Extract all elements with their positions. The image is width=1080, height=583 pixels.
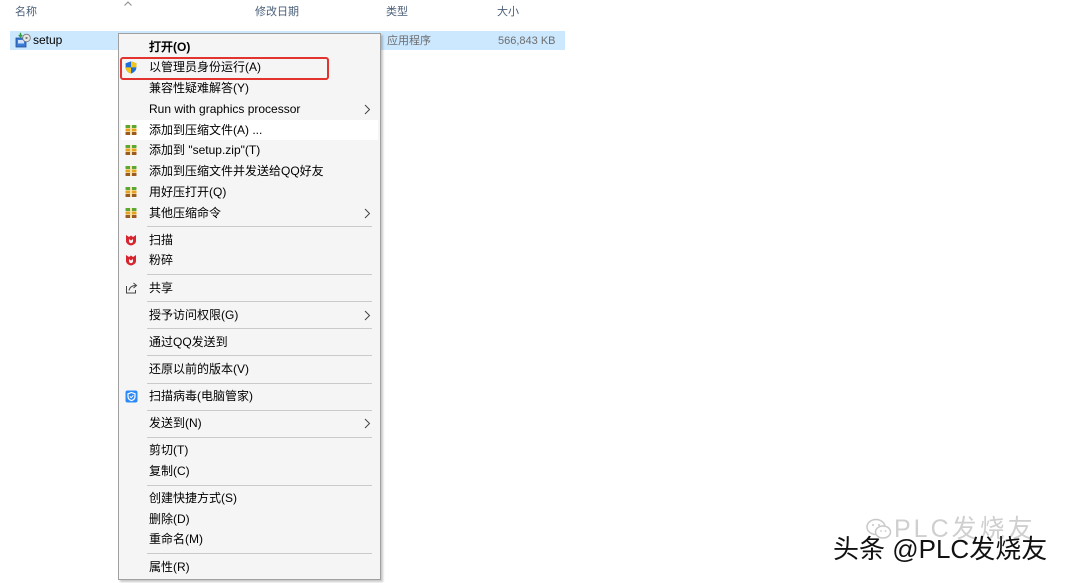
- menu-item-label: 用好压打开(Q): [149, 184, 227, 199]
- menu-item-run-with-graphics-processor[interactable]: Run with graphics processor: [121, 99, 378, 120]
- menu-item-open-with-haozip[interactable]: 用好压打开(Q): [121, 182, 378, 203]
- menu-item-label: 添加到 "setup.zip"(T): [149, 143, 261, 158]
- archive-icon: [125, 144, 138, 157]
- menu-item-copy[interactable]: 复制(C): [121, 461, 378, 482]
- menu-item-add-to-setup-zip[interactable]: 添加到 "setup.zip"(T): [121, 140, 378, 161]
- menu-item-properties[interactable]: 属性(R): [121, 557, 378, 578]
- chevron-right-icon: [364, 104, 371, 115]
- menu-item-label: 授予访问权限(G): [149, 307, 239, 322]
- archive-icon: [125, 165, 138, 178]
- file-size: 566,843 KB: [498, 35, 556, 47]
- menu-item-add-to-archive-and-send-qq[interactable]: 添加到压缩文件并发送给QQ好友: [121, 161, 378, 182]
- column-header-name[interactable]: 名称: [15, 5, 37, 19]
- archive-icon: [125, 186, 138, 199]
- menu-item-send-to[interactable]: 发送到(N): [121, 413, 378, 434]
- archive-icon: [125, 207, 138, 220]
- menu-item-label: 打开(O): [149, 39, 191, 54]
- column-header-size[interactable]: 大小: [497, 5, 519, 19]
- menu-item-label: 添加到压缩文件(A) ...: [149, 122, 263, 137]
- menu-item-label: 通过QQ发送到: [149, 334, 228, 349]
- installer-icon: [15, 32, 31, 48]
- menu-item-label: 兼容性疑难解答(Y): [149, 81, 249, 96]
- menu-item-label: 复制(C): [149, 463, 190, 478]
- menu-item-label: 剪切(T): [149, 443, 189, 458]
- watermark-text: 头条 @PLC发烧友: [833, 534, 1048, 564]
- archive-icon: [125, 124, 138, 137]
- column-header-type[interactable]: 类型: [386, 5, 408, 19]
- menu-item-label: 重命名(M): [149, 532, 203, 547]
- chevron-right-icon: [364, 208, 371, 219]
- antivirus-icon: [125, 254, 138, 267]
- menu-item-create-shortcut[interactable]: 创建快捷方式(S): [121, 488, 378, 509]
- menu-item-delete[interactable]: 删除(D): [121, 509, 378, 530]
- menu-item-share[interactable]: 共享: [121, 278, 378, 299]
- menu-item-label: 共享: [149, 280, 174, 295]
- annotation-highlight-box: [120, 57, 329, 80]
- menu-item-label: 删除(D): [149, 511, 190, 526]
- menu-item-shred[interactable]: 粉碎: [121, 250, 378, 271]
- chevron-right-icon: [364, 418, 371, 429]
- menu-item-scan[interactable]: 扫描: [121, 230, 378, 251]
- menu-item-label: 还原以前的版本(V): [149, 361, 249, 376]
- menu-item-give-access-to[interactable]: 授予访问权限(G): [121, 305, 378, 326]
- chevron-right-icon: [364, 310, 371, 321]
- context-menu: 打开(O) 以管理员身份运行(A) 兼容性疑难解答(Y) Run with gr…: [118, 33, 381, 581]
- chevron-up-icon: [124, 1, 132, 6]
- file-type: 应用程序: [387, 35, 431, 47]
- column-header-modified[interactable]: 修改日期: [255, 5, 299, 19]
- menu-item-label: Run with graphics processor: [149, 101, 301, 116]
- column-header-bar: 名称 修改日期 类型 大小: [0, 0, 570, 25]
- menu-item-troubleshoot-compatibility[interactable]: 兼容性疑难解答(Y): [121, 78, 378, 99]
- pc-manager-shield-icon: [125, 390, 138, 403]
- menu-item-label: 扫描: [149, 232, 174, 247]
- file-name: setup: [33, 33, 63, 47]
- menu-item-label: 扫描病毒(电脑管家): [149, 388, 253, 403]
- menu-item-label: 粉碎: [149, 253, 174, 268]
- menu-item-other-compress-commands[interactable]: 其他压缩命令: [121, 203, 378, 224]
- menu-item-send-via-qq[interactable]: 通过QQ发送到: [121, 332, 378, 353]
- menu-item-label: 添加到压缩文件并发送给QQ好友: [149, 164, 324, 179]
- menu-item-label: 发送到(N): [149, 416, 202, 430]
- menu-item-restore-previous-versions[interactable]: 还原以前的版本(V): [121, 359, 378, 380]
- antivirus-icon: [125, 234, 138, 247]
- menu-item-rename[interactable]: 重命名(M): [121, 529, 378, 550]
- menu-item-label: 属性(R): [149, 559, 190, 574]
- menu-item-add-to-archive[interactable]: 添加到压缩文件(A) ...: [121, 119, 378, 141]
- menu-item-label: 其他压缩命令: [149, 205, 222, 220]
- menu-item-virus-scan-pc-manager[interactable]: 扫描病毒(电脑管家): [121, 386, 378, 407]
- menu-item-label: 创建快捷方式(S): [149, 490, 237, 505]
- share-icon: [125, 282, 138, 295]
- menu-item-open[interactable]: 打开(O): [121, 37, 378, 58]
- menu-item-cut[interactable]: 剪切(T): [121, 440, 378, 461]
